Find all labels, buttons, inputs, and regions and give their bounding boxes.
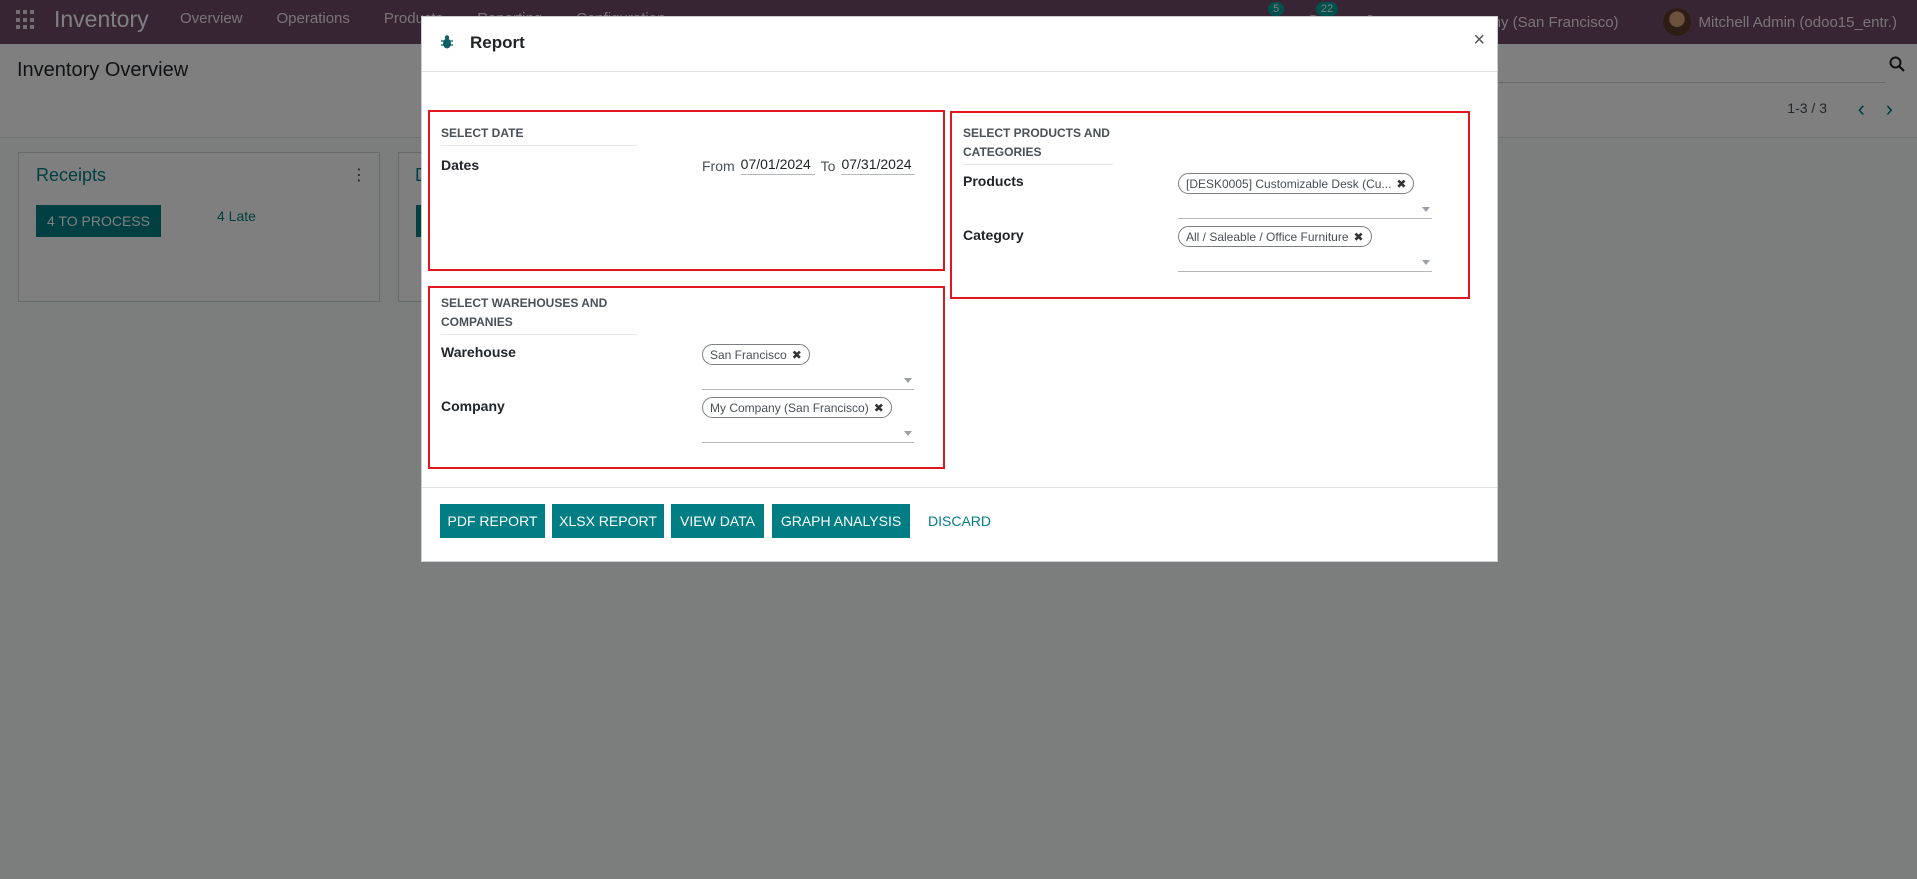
category-tag: All / Saleable / Office Furniture ✖ — [1178, 226, 1372, 247]
date-range: From 07/01/2024 To 07/31/2024 — [702, 156, 916, 175]
select-warehouses-section: SELECT WAREHOUSES AND COMPANIES Warehous… — [428, 286, 945, 469]
warehouse-label: Warehouse — [441, 344, 516, 360]
remove-tag-icon[interactable]: ✖ — [1354, 230, 1364, 244]
company-field[interactable]: My Company (San Francisco) ✖ — [702, 397, 914, 443]
category-field[interactable]: All / Saleable / Office Furniture ✖ — [1178, 226, 1432, 272]
product-tag-label: [DESK0005] Customizable Desk (Cu... — [1186, 176, 1392, 191]
bug-icon — [439, 34, 455, 50]
remove-tag-icon[interactable]: ✖ — [874, 401, 884, 415]
company-tag-label: My Company (San Francisco) — [710, 400, 869, 415]
dropdown-caret-icon[interactable] — [904, 431, 912, 436]
xlsx-report-button[interactable]: XLSX REPORT — [552, 504, 664, 538]
dialog-header: Report × — [422, 17, 1497, 72]
select-date-heading: SELECT DATE — [441, 124, 637, 146]
company-label: Company — [441, 398, 505, 414]
report-dialog: Report × SELECT DATE Dates From 07/01/20… — [421, 16, 1498, 562]
pdf-report-button[interactable]: PDF REPORT — [440, 504, 545, 538]
warehouse-tag-label: San Francisco — [710, 347, 787, 362]
warehouse-field[interactable]: San Francisco ✖ — [702, 344, 914, 390]
dialog-title: Report — [470, 33, 525, 52]
date-to-input[interactable]: 07/31/2024 — [841, 156, 916, 175]
remove-tag-icon[interactable]: ✖ — [1396, 177, 1406, 191]
date-from-input[interactable]: 07/01/2024 — [740, 156, 815, 175]
from-label: From — [702, 157, 735, 174]
select-date-section: SELECT DATE Dates From 07/01/2024 To 07/… — [428, 110, 945, 271]
products-label: Products — [963, 173, 1024, 189]
close-icon[interactable]: × — [1473, 29, 1485, 52]
remove-tag-icon[interactable]: ✖ — [792, 348, 802, 362]
dialog-footer: PDF REPORT XLSX REPORT VIEW DATA GRAPH A… — [422, 487, 1497, 563]
company-tag: My Company (San Francisco) ✖ — [702, 397, 892, 418]
view-data-button[interactable]: VIEW DATA — [671, 504, 764, 538]
category-tag-label: All / Saleable / Office Furniture — [1186, 229, 1349, 244]
dropdown-caret-icon[interactable] — [1422, 260, 1430, 265]
products-field[interactable]: [DESK0005] Customizable Desk (Cu... ✖ — [1178, 173, 1432, 219]
warehouse-tag: San Francisco ✖ — [702, 344, 810, 365]
graph-analysis-button[interactable]: GRAPH ANALYSIS — [772, 504, 910, 538]
dates-label: Dates — [441, 157, 480, 173]
select-warehouses-heading: SELECT WAREHOUSES AND COMPANIES — [441, 294, 637, 335]
product-tag: [DESK0005] Customizable Desk (Cu... ✖ — [1178, 173, 1415, 194]
select-products-heading: SELECT PRODUCTS AND CATEGORIES — [963, 124, 1113, 165]
to-label: To — [820, 157, 836, 174]
select-products-section: SELECT PRODUCTS AND CATEGORIES Products … — [950, 111, 1470, 299]
dropdown-caret-icon[interactable] — [1422, 207, 1430, 212]
category-label: Category — [963, 227, 1024, 243]
discard-button[interactable]: DISCARD — [928, 513, 991, 529]
dropdown-caret-icon[interactable] — [904, 378, 912, 383]
